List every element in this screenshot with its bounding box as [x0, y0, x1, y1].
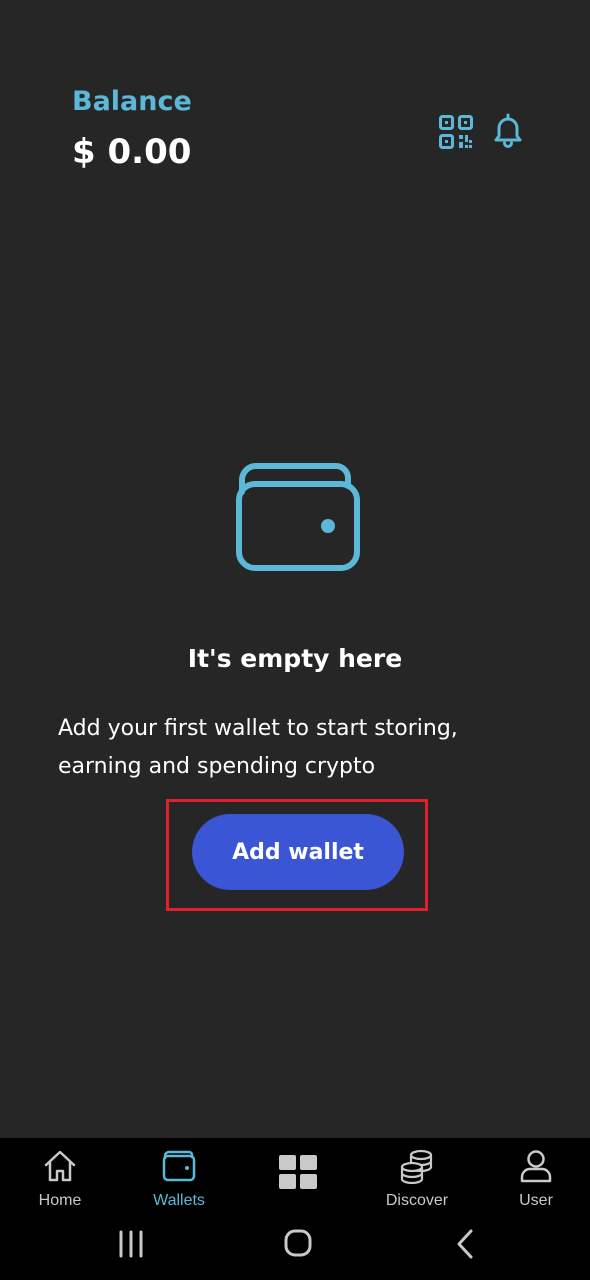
nav-label-wallets: Wallets — [153, 1192, 205, 1209]
system-home-button[interactable] — [278, 1226, 318, 1262]
home-icon — [44, 1150, 76, 1182]
coins-icon — [400, 1149, 433, 1184]
nav-label-discover: Discover — [385, 1192, 449, 1209]
wallets-screen: Balance $ 0.00 It's empty here Add your … — [0, 0, 590, 1280]
back-icon — [457, 1229, 473, 1259]
wallet-icon — [232, 462, 364, 576]
nav-item-grid[interactable] — [248, 1154, 348, 1220]
nav-item-home[interactable]: Home — [10, 1148, 110, 1214]
user-icon — [520, 1150, 552, 1183]
wallet-icon — [162, 1150, 196, 1182]
nav-label-home: Home — [38, 1192, 82, 1209]
balance-label: Balance — [72, 86, 192, 117]
recent-apps-icon — [119, 1230, 143, 1258]
recent-apps-button[interactable] — [111, 1226, 151, 1262]
nav-label-user: User — [519, 1192, 553, 1209]
back-button[interactable] — [446, 1226, 486, 1262]
system-home-icon — [284, 1229, 312, 1257]
balance-value: $ 0.00 — [72, 132, 192, 172]
add-wallet-button[interactable]: Add wallet — [192, 814, 404, 890]
bell-icon[interactable] — [490, 112, 526, 148]
empty-state-description: Add your first wallet to start storing, … — [58, 716, 458, 779]
nav-item-wallets[interactable]: Wallets — [129, 1148, 229, 1214]
qr-code-icon[interactable] — [438, 114, 474, 150]
empty-state-title: It's empty here — [187, 644, 403, 673]
nav-item-user[interactable]: User — [486, 1148, 586, 1214]
nav-item-discover[interactable]: Discover — [367, 1148, 467, 1214]
bottom-navigation: Home Wallets Discover User — [0, 1138, 590, 1280]
grid-icon — [279, 1155, 317, 1189]
